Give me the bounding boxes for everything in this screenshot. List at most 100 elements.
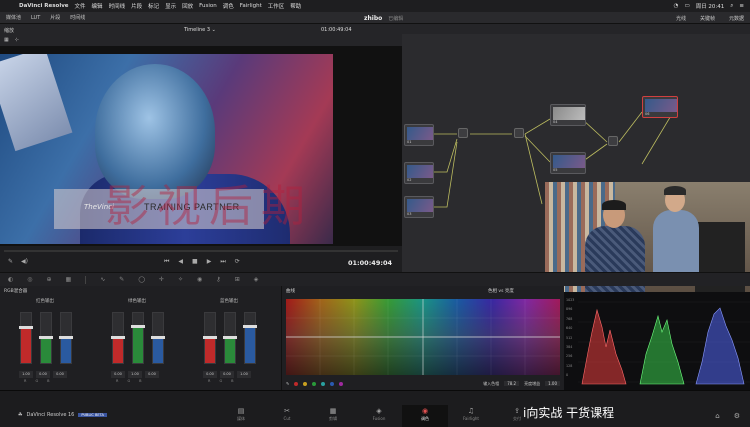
page-media[interactable]: ▤ 媒体 bbox=[218, 405, 264, 427]
lum-gain-value[interactable]: 1.00 bbox=[545, 381, 560, 386]
green-fader[interactable] bbox=[223, 312, 237, 364]
pen-icon[interactable]: ✎ bbox=[8, 258, 13, 265]
value-r[interactable]: 1.00 bbox=[19, 371, 33, 378]
toolbar-metadata[interactable]: 元数据 bbox=[729, 15, 744, 22]
parallel-mixer-node[interactable] bbox=[458, 128, 468, 138]
play-icon[interactable]: ▶ bbox=[207, 258, 212, 266]
input-hue-value[interactable]: 78.2 bbox=[504, 381, 520, 386]
menu-mark[interactable]: 标记 bbox=[148, 2, 159, 10]
hue-vs-lum-graph[interactable] bbox=[286, 299, 560, 375]
settings-icon[interactable]: ⚙ bbox=[734, 412, 740, 420]
home-icon[interactable]: ⌂ bbox=[715, 412, 719, 420]
curves-icon[interactable]: ∿ bbox=[100, 276, 105, 283]
value-b[interactable]: 0.00 bbox=[145, 371, 159, 378]
red-fader[interactable] bbox=[203, 312, 217, 364]
cut-icon: ✂ bbox=[284, 407, 290, 415]
menu-help[interactable]: 帮助 bbox=[290, 2, 301, 10]
blue-fader[interactable] bbox=[151, 312, 165, 364]
menubar-clock[interactable]: 周日 20:41 bbox=[696, 2, 725, 10]
node-02[interactable]: 02 bbox=[404, 162, 434, 184]
3d-icon[interactable]: ◈ bbox=[254, 276, 259, 283]
toolbar-lightbox[interactable]: 光线 bbox=[676, 15, 686, 22]
qualifier-icon[interactable]: ✎ bbox=[119, 276, 124, 283]
blue-fader[interactable] bbox=[243, 312, 257, 364]
stop-icon[interactable]: ■ bbox=[192, 258, 198, 266]
red-fader[interactable] bbox=[19, 312, 33, 364]
value-b[interactable]: 0.00 bbox=[53, 371, 67, 378]
step-back-icon[interactable]: ◀ bbox=[178, 258, 183, 266]
toolbar-clips[interactable]: 片段 bbox=[50, 14, 60, 21]
node-01[interactable]: 01 bbox=[404, 124, 434, 146]
value-g[interactable]: 1.00 bbox=[128, 371, 142, 378]
toolbar-timeline[interactable]: 时间线 bbox=[70, 14, 85, 21]
node-06-selected[interactable]: 06 bbox=[642, 96, 678, 118]
page-cut[interactable]: ✂ Cut bbox=[264, 405, 310, 427]
grid-icon[interactable]: ▦ bbox=[4, 37, 9, 43]
curves-mode-selector[interactable]: 色相 vs 亮度 bbox=[488, 288, 514, 294]
value-g[interactable]: 0.00 bbox=[36, 371, 50, 378]
menu-clip[interactable]: 片段 bbox=[131, 2, 142, 10]
magic-mask-icon[interactable]: ✧ bbox=[178, 276, 183, 283]
node-label: 01 bbox=[407, 140, 412, 144]
menu-timeline[interactable]: 时间线 bbox=[109, 2, 126, 10]
zoom-menu[interactable]: 缩放 bbox=[4, 27, 14, 34]
go-end-icon[interactable]: ⏭ bbox=[220, 258, 225, 266]
menu-fairlight[interactable]: Fairlight bbox=[240, 3, 262, 9]
hdr-icon[interactable]: ◎ bbox=[27, 276, 32, 283]
eyedropper-icon[interactable]: ✎ bbox=[286, 381, 289, 386]
color-wheels-icon[interactable]: ◐ bbox=[8, 276, 13, 283]
list-icon[interactable]: ≡ bbox=[739, 3, 744, 9]
value-b[interactable]: 1.00 bbox=[237, 371, 251, 378]
key-icon[interactable]: ⚷ bbox=[216, 276, 220, 283]
value-r[interactable]: 0.00 bbox=[111, 371, 125, 378]
app-name[interactable]: DaVinci Resolve bbox=[19, 3, 69, 9]
menu-playback[interactable]: 回放 bbox=[182, 2, 193, 10]
menu-fusion[interactable]: Fusion bbox=[199, 3, 217, 9]
window-icon[interactable]: ◯ bbox=[138, 276, 145, 283]
green-fader[interactable] bbox=[131, 312, 145, 364]
node-05[interactable]: 05 bbox=[550, 152, 586, 174]
value-g[interactable]: 0.00 bbox=[220, 371, 234, 378]
go-start-icon[interactable]: ⏮ bbox=[164, 258, 169, 266]
loop-icon[interactable]: ⟳ bbox=[235, 258, 240, 266]
menu-file[interactable]: 文件 bbox=[75, 2, 86, 10]
blue-swatch[interactable] bbox=[330, 381, 335, 386]
node-04[interactable]: 04 bbox=[550, 104, 586, 126]
tracker-icon[interactable]: ✛ bbox=[159, 276, 164, 283]
toolbar-media-pool[interactable]: 媒体池 bbox=[6, 14, 21, 21]
splitter-node[interactable] bbox=[608, 136, 618, 146]
layer-mixer-node[interactable] bbox=[514, 128, 524, 138]
rgb-mixer-icon[interactable]: ▦ bbox=[66, 276, 72, 283]
battery-icon[interactable]: ▭ bbox=[684, 3, 689, 9]
page-edit[interactable]: ▦ 剪辑 bbox=[310, 405, 356, 427]
page-color[interactable]: ◉ 调色 bbox=[402, 405, 448, 427]
blue-fader[interactable] bbox=[59, 312, 73, 364]
menu-view[interactable]: 显示 bbox=[165, 2, 176, 10]
sizing-icon[interactable]: ⊞ bbox=[235, 276, 240, 283]
magenta-swatch[interactable] bbox=[339, 381, 344, 386]
cyan-swatch[interactable] bbox=[321, 381, 326, 386]
menu-workspace[interactable]: 工作区 bbox=[268, 2, 285, 10]
menu-edit[interactable]: 编辑 bbox=[92, 2, 103, 10]
presenter-right bbox=[653, 186, 703, 280]
red-fader[interactable] bbox=[111, 312, 125, 364]
value-r[interactable]: 0.00 bbox=[203, 371, 217, 378]
toolbar-lut[interactable]: LUT bbox=[31, 15, 40, 21]
menu-color[interactable]: 调色 bbox=[223, 2, 234, 10]
speaker-icon[interactable]: ◀) bbox=[21, 258, 28, 265]
wifi-icon[interactable]: ◔ bbox=[674, 3, 679, 9]
pin-icon[interactable]: ⊹ bbox=[15, 37, 19, 43]
search-icon[interactable]: ⌕ bbox=[730, 3, 733, 10]
timeline-selector[interactable]: Timeline 3 ⌄ bbox=[184, 27, 216, 33]
page-fusion[interactable]: ◈ Fusion bbox=[356, 405, 402, 427]
blur-icon[interactable]: ◉ bbox=[197, 276, 202, 283]
page-fairlight[interactable]: ♫ Fairlight bbox=[448, 405, 494, 427]
primaries-icon[interactable]: ⊕ bbox=[47, 276, 52, 283]
red-swatch[interactable] bbox=[294, 381, 299, 386]
green-swatch[interactable] bbox=[312, 381, 317, 386]
node-03[interactable]: 03 bbox=[404, 196, 434, 218]
yellow-swatch[interactable] bbox=[303, 381, 308, 386]
scrubber[interactable] bbox=[4, 250, 398, 252]
green-fader[interactable] bbox=[39, 312, 53, 364]
toolbar-keyframes[interactable]: 关键帧 bbox=[700, 15, 715, 22]
